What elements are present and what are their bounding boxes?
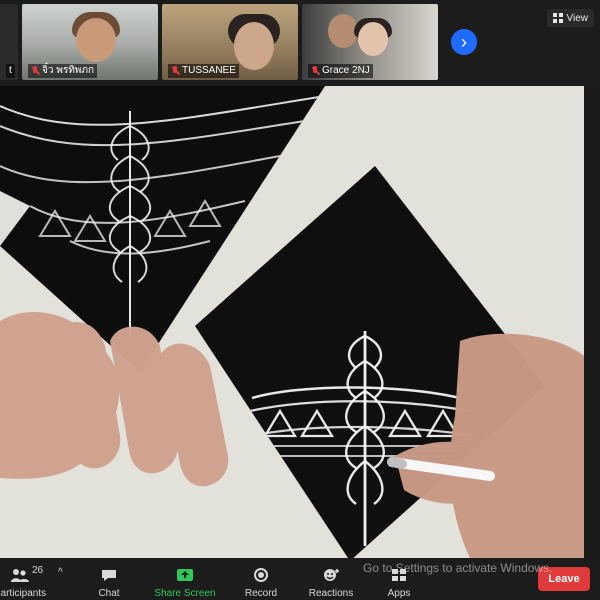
participant-tile-3[interactable]: Grace 2NJ bbox=[302, 4, 438, 80]
participant-name-text: t bbox=[9, 65, 12, 76]
apps-label: Apps bbox=[387, 588, 411, 599]
mic-muted-icon bbox=[171, 66, 179, 76]
participant-name-text: TUSSANEE bbox=[182, 65, 236, 76]
participant-name-text: จิ๋ว พรทิพภก bbox=[42, 65, 95, 76]
chat-icon bbox=[102, 570, 116, 581]
people-icon bbox=[11, 569, 29, 582]
chat-button[interactable]: Chat bbox=[74, 561, 144, 599]
participant-name: TUSSANEE bbox=[168, 64, 239, 78]
mic-muted-icon bbox=[31, 66, 39, 76]
share-screen-label: Share Screen bbox=[154, 588, 216, 599]
participant-name: จิ๋ว พรทิพภก bbox=[28, 64, 98, 78]
record-icon bbox=[254, 568, 268, 582]
participant-name: Grace 2NJ bbox=[308, 64, 373, 78]
participant-tile-2[interactable]: TUSSANEE bbox=[162, 4, 298, 80]
shared-video bbox=[0, 86, 584, 558]
participant-tile-partial[interactable]: t bbox=[0, 4, 18, 80]
participant-strip: t จิ๋ว พรทิพภก TUSSANEE Grace 2NJ › View bbox=[0, 0, 600, 86]
reactions-button[interactable]: Reactions bbox=[296, 561, 366, 599]
view-label: View bbox=[566, 12, 589, 24]
mic-muted-icon bbox=[311, 66, 319, 76]
record-button[interactable]: Record bbox=[226, 561, 296, 599]
chevron-right-icon: › bbox=[461, 32, 467, 52]
share-screen-icon bbox=[177, 569, 193, 581]
participant-tile-1[interactable]: จิ๋ว พรทิพภก bbox=[22, 4, 158, 80]
participant-name-text: Grace 2NJ bbox=[322, 65, 370, 76]
participant-name: t bbox=[6, 64, 15, 78]
chat-label: Chat bbox=[98, 588, 120, 599]
grid-view-icon bbox=[552, 13, 563, 23]
face-shape bbox=[234, 22, 274, 70]
face-shape bbox=[76, 18, 116, 62]
leave-label: Leave bbox=[548, 573, 580, 585]
participants-count: 26 bbox=[32, 565, 44, 576]
windows-activation-watermark: Go to Settings to activate Windows. bbox=[363, 561, 552, 575]
reactions-icon bbox=[324, 569, 339, 581]
reactions-label: Reactions bbox=[308, 588, 354, 599]
next-page-button[interactable]: › bbox=[451, 29, 477, 55]
participants-label: Participants bbox=[0, 588, 47, 599]
watermark-text: Go to Settings to activate Windows. bbox=[363, 561, 553, 575]
drawing-scene bbox=[0, 86, 584, 558]
participants-caret[interactable]: ^ bbox=[58, 567, 63, 578]
record-label: Record bbox=[244, 588, 278, 599]
person-shape bbox=[358, 22, 388, 56]
view-button[interactable]: View bbox=[546, 9, 594, 27]
share-screen-button[interactable]: Share Screen bbox=[150, 561, 220, 599]
participants-button[interactable]: 26 ^ Participants bbox=[0, 561, 63, 599]
